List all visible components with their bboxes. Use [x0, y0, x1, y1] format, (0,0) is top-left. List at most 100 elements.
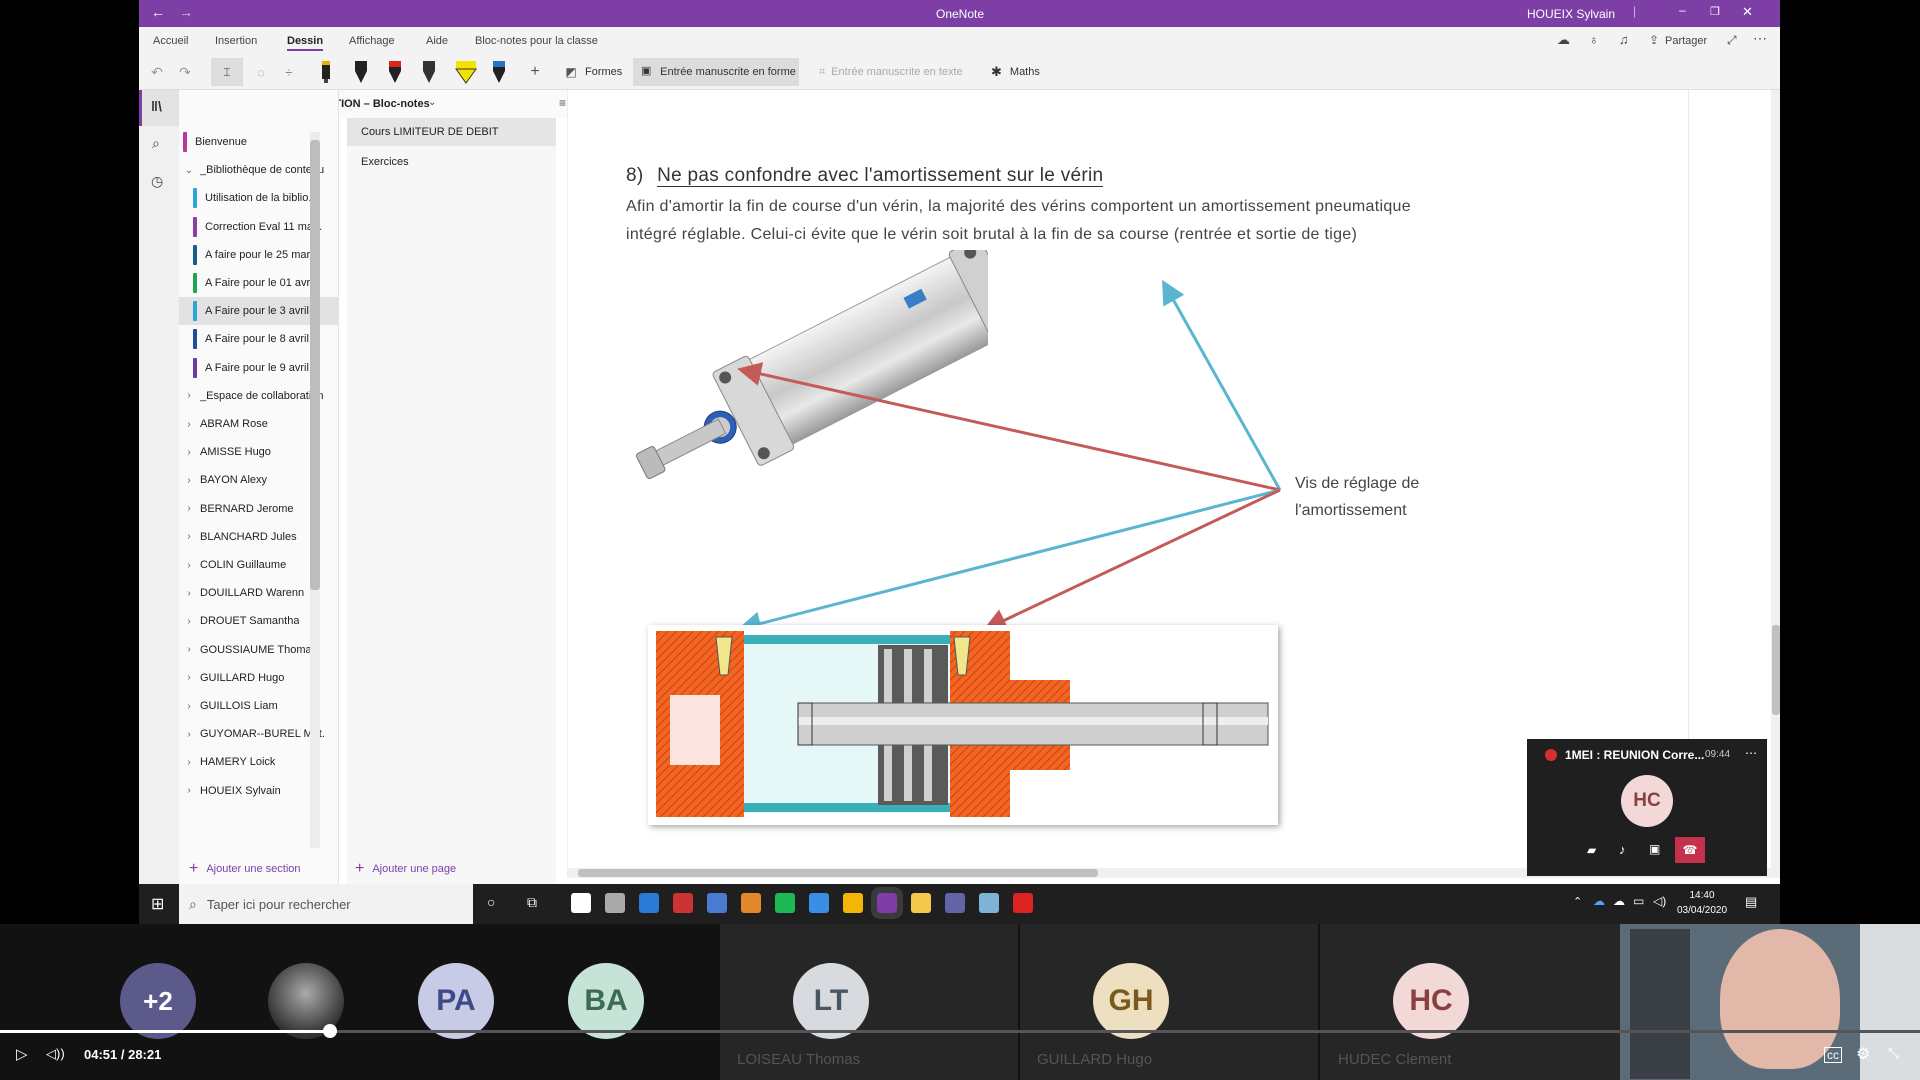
share-icon[interactable]: ⇪ — [1649, 33, 1659, 47]
close-icon[interactable]: ✕ — [1742, 4, 1753, 20]
page-item-exercices[interactable]: Exercices — [347, 148, 556, 176]
chevron-right-icon[interactable]: › — [182, 729, 196, 740]
collapse-icon[interactable]: ⤡ — [1888, 1045, 1899, 1062]
black-pen-icon[interactable] — [353, 59, 369, 85]
page-item-cours[interactable]: Cours LIMITEUR DE DEBIT — [347, 118, 556, 146]
cloud-icon[interactable]: ☁ — [1613, 894, 1625, 908]
sort-icon[interactable]: ≡ — [559, 96, 566, 110]
highlighter-icon[interactable] — [454, 59, 478, 85]
undo-icon[interactable]: ↶ — [147, 62, 167, 82]
shapes-icon[interactable]: ◩ — [563, 62, 579, 82]
type-select-icon[interactable]: ⌶ — [211, 58, 243, 86]
taskbar-search-box[interactable]: ⌕ Taper ici pour rechercher — [179, 884, 473, 924]
expand-icon[interactable]: ⤢ — [1727, 33, 1737, 48]
taskbar-explorer-icon[interactable] — [911, 893, 931, 913]
participant-avatar[interactable]: PA — [418, 963, 494, 1039]
minimize-icon[interactable]: – — [1679, 3, 1686, 17]
settings-gear-icon[interactable]: ⚙ — [1856, 1044, 1870, 1064]
lightbulb-icon[interactable]: ♁ — [1589, 32, 1599, 47]
tab-dessin[interactable]: Dessin — [287, 35, 324, 51]
share-button[interactable]: Partager — [1665, 35, 1707, 47]
taskbar-acrobat-icon[interactable] — [1013, 893, 1033, 913]
play-icon[interactable]: ▷ — [16, 1045, 28, 1063]
add-page-button[interactable]: + Ajouter une page — [355, 860, 456, 878]
ink-to-text-button[interactable]: ⌗ Entrée manuscrite en texte — [819, 62, 963, 82]
canvas-vertical-scrollbar[interactable] — [1771, 90, 1780, 878]
taskbar-chrome-alt-icon[interactable] — [605, 893, 625, 913]
blue-pen-icon[interactable] — [491, 59, 507, 85]
taskbar-onenote-icon[interactable] — [871, 887, 903, 919]
notebooks-icon[interactable]: ǁ\ — [151, 98, 162, 114]
more-icon[interactable]: ⋯ — [1753, 30, 1767, 47]
taskbar-store-icon[interactable] — [571, 893, 591, 913]
restore-icon[interactable]: ❐ — [1710, 5, 1720, 18]
cortana-icon[interactable]: ○ — [487, 894, 495, 910]
lasso-icon[interactable]: ◌ — [251, 62, 271, 82]
recent-icon[interactable]: ◷ — [151, 173, 163, 190]
chevron-right-icon[interactable]: › — [182, 785, 196, 796]
tab-affichage[interactable]: Affichage — [349, 35, 395, 47]
chevron-right-icon[interactable]: › — [182, 644, 196, 655]
taskbar-teams-icon[interactable] — [945, 893, 965, 913]
bell-icon[interactable]: ♫ — [1619, 32, 1629, 47]
add-section-button[interactable]: + Ajouter une section — [189, 860, 301, 878]
red-pen-icon[interactable] — [387, 59, 403, 85]
share-screen-icon[interactable]: ▣ — [1649, 842, 1660, 856]
user-name[interactable]: HOUEIX Sylvain — [1527, 7, 1615, 21]
math-button[interactable]: ✱ Maths — [991, 62, 1040, 82]
meeting-more-icon[interactable]: ⋯ — [1745, 746, 1757, 760]
taskbar-spotify-icon[interactable] — [775, 893, 795, 913]
task-view-icon[interactable]: ⧉ — [527, 894, 537, 911]
participant-avatar[interactable]: HC — [1393, 963, 1469, 1039]
self-video-tile[interactable] — [1620, 924, 1920, 1080]
video-progress-track[interactable] — [0, 1024, 1920, 1038]
chevron-right-icon[interactable]: › — [182, 531, 196, 542]
microphone-icon[interactable]: ♪ — [1619, 842, 1626, 857]
camera-icon[interactable]: ▰ — [1587, 843, 1596, 857]
chevron-right-icon[interactable]: › — [182, 390, 196, 401]
back-arrow-icon[interactable]: ← — [151, 4, 165, 20]
taskbar-v-app-icon[interactable] — [639, 893, 659, 913]
tab-accueil[interactable]: Accueil — [153, 35, 188, 47]
taskbar-sncf-icon[interactable] — [673, 893, 693, 913]
search-icon[interactable]: ⌕ — [152, 135, 160, 152]
chevron-right-icon[interactable]: › — [182, 503, 196, 514]
chevron-right-icon[interactable]: › — [182, 616, 196, 627]
chevron-right-icon[interactable]: › — [182, 588, 196, 599]
onedrive-icon[interactable]: ☁ — [1593, 894, 1605, 908]
volume-icon[interactable]: ◁)) — [46, 1046, 65, 1062]
chevron-right-icon[interactable]: › — [182, 419, 196, 430]
add-space-icon[interactable]: ÷ — [279, 62, 299, 82]
ink-to-shape-button[interactable]: ▣ Entrée manuscrite en forme — [633, 58, 799, 86]
taskbar-app-blue-icon[interactable] — [707, 893, 727, 913]
shapes-button[interactable]: Formes — [585, 62, 622, 82]
taskbar-photos-icon[interactable] — [741, 893, 761, 913]
sync-icon[interactable]: ☁ — [1557, 32, 1570, 48]
participant-avatar[interactable]: BA — [568, 963, 644, 1039]
notifications-icon[interactable]: ▤ — [1745, 894, 1757, 910]
taskbar-clock[interactable]: 14:40 03/04/2020 — [1677, 888, 1727, 918]
volume-icon[interactable]: ◁) — [1653, 894, 1666, 908]
forward-arrow-icon[interactable]: → — [179, 4, 193, 20]
dark-pen-icon[interactable] — [421, 59, 437, 85]
section-scroll-thumb[interactable] — [310, 140, 320, 590]
chevron-down-icon[interactable]: ⌄ — [182, 165, 196, 176]
canvas-vertical-scroll-thumb[interactable] — [1772, 625, 1780, 715]
captions-icon[interactable]: cc — [1824, 1047, 1842, 1063]
add-pen-icon[interactable]: + — [525, 62, 545, 82]
chevron-right-icon[interactable]: › — [182, 757, 196, 768]
taskbar-app-other-icon[interactable] — [979, 893, 999, 913]
tray-chevron-icon[interactable]: ⌃ — [1573, 895, 1582, 908]
canvas-horizontal-scroll-thumb[interactable] — [578, 869, 1098, 877]
taskbar-edge-icon[interactable] — [809, 893, 829, 913]
participant-avatar[interactable]: +2 — [120, 963, 196, 1039]
chevron-right-icon[interactable]: › — [182, 560, 196, 571]
tab-insertion[interactable]: Insertion — [215, 35, 257, 47]
eraser-pen-icon[interactable] — [319, 59, 333, 85]
tab-aide[interactable]: Aide — [426, 35, 448, 47]
redo-icon[interactable]: ↷ — [175, 62, 195, 82]
hang-up-button[interactable]: ☎ — [1675, 837, 1705, 863]
chevron-right-icon[interactable]: › — [182, 701, 196, 712]
participant-avatar[interactable]: GH — [1093, 963, 1169, 1039]
network-icon[interactable]: ▭ — [1633, 894, 1644, 908]
